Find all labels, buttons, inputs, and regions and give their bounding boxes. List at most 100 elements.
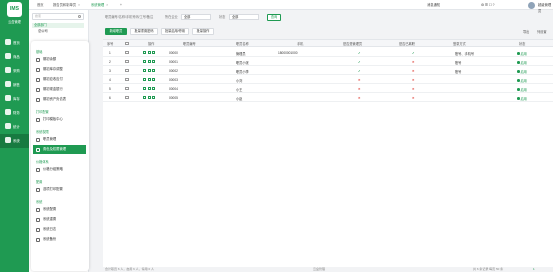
menu-item[interactable]: 职员管理 — [33, 135, 86, 144]
keyword-filter[interactable]: 职员编号/名称/手机号码/工号/备注 — [105, 14, 153, 20]
nav-item-sales[interactable]: 销售 — [0, 78, 29, 92]
status-select[interactable]: 全部 — [229, 14, 259, 20]
table-row[interactable]: 5 00004 小王 ✕ ✕ 启用 — [103, 84, 553, 93]
item-icon — [36, 67, 40, 72]
menu-item[interactable]: 期初应收应付 — [33, 75, 86, 84]
nav-item-finance[interactable]: 财务 — [0, 106, 29, 120]
nav-item-stats[interactable]: 统计 — [0, 120, 29, 134]
menu-item[interactable]: 价格分组策略 — [33, 165, 86, 174]
check-icon: ✓ — [358, 59, 361, 64]
row-actions[interactable] — [143, 95, 157, 100]
company-select[interactable]: 全部 — [181, 14, 211, 20]
cross-icon: ✕ — [412, 59, 415, 64]
row-checkbox[interactable] — [125, 50, 129, 54]
delete-icon[interactable] — [152, 86, 155, 90]
table-row[interactable]: 3 00002 职员小李 ✓ ✕ 账号 启用 — [103, 66, 553, 75]
check-icon: ✓ — [358, 50, 361, 55]
table-row[interactable]: 6 00005 小赵 ✕ ✕ 启用 — [103, 93, 553, 102]
menu-item[interactable]: 系统重置 — [33, 215, 86, 224]
copy-icon[interactable] — [147, 95, 151, 99]
cross-icon: ✕ — [358, 95, 361, 100]
column-settings-link[interactable]: 列设置 — [537, 29, 547, 34]
row-checkbox[interactable] — [125, 95, 129, 99]
menu-item[interactable]: 系统配置 — [33, 205, 86, 214]
copy-icon[interactable] — [147, 68, 151, 72]
enable-disable-button[interactable]: 批量启用/停用 — [161, 28, 189, 35]
tree-node-hq[interactable]: 总公司 — [38, 29, 48, 34]
copy-icon[interactable] — [147, 86, 151, 90]
edit-icon[interactable] — [143, 86, 146, 90]
tab-reporters[interactable]: 报告员和制单员 × — [53, 2, 80, 9]
nav-item-goods[interactable]: 商品 — [0, 50, 29, 64]
copy-icon[interactable] — [147, 59, 151, 63]
system-icon — [5, 137, 11, 143]
batch-op-button[interactable]: 批量操作 — [192, 28, 214, 35]
tab-home[interactable]: 首页 — [37, 2, 44, 9]
stock-icon — [5, 95, 11, 101]
table-footer: 合计职员 6 人，启用 6 人，停用 0 人 云盒管理 共 6 条记录 每页 5… — [103, 267, 553, 272]
query-button[interactable]: 查询 — [267, 13, 281, 21]
edit-icon[interactable] — [143, 77, 146, 81]
goods-icon — [5, 53, 11, 59]
menu-item-active[interactable]: 角色及权限管理 — [33, 145, 86, 154]
summary-text: 合计职员 6 人，启用 6 人，停用 0 人 — [105, 267, 155, 271]
nav-item-home[interactable]: 首页 — [0, 36, 29, 50]
menu-item[interactable]: 系统备份 — [33, 235, 86, 244]
home-icon — [5, 39, 11, 45]
page-number[interactable]: 1 — [533, 267, 535, 271]
notice-link[interactable]: 消息通知 — [427, 2, 440, 8]
table-row[interactable]: 2 00001 职员小张 ✓ ✕ 账号 启用 — [103, 57, 553, 66]
nav-item-purchase[interactable]: 采购 — [0, 64, 29, 78]
staff-phone: 18000001000 — [278, 50, 298, 55]
row-actions[interactable] — [143, 68, 157, 73]
row-checkbox[interactable] — [125, 68, 129, 72]
tree-search-input[interactable]: 搜索 — [32, 13, 84, 20]
table-row[interactable]: 4 00003 小刘 ✕ ✕ 启用 — [103, 75, 553, 84]
menu-item[interactable]: 期初资产负债表 — [33, 95, 86, 104]
edit-icon[interactable] — [143, 68, 146, 72]
cross-icon: ✕ — [412, 77, 415, 82]
menu-item[interactable]: 系统日志 — [33, 225, 86, 234]
table-row[interactable]: 1 00000 管理员 18000001000 ✓ ✓ 账号、手机号 启用 — [103, 48, 553, 57]
reset-password-button[interactable]: 批量重置密码 — [130, 28, 158, 35]
row-checkbox[interactable] — [125, 59, 129, 63]
nav-item-stock[interactable]: 库存 — [0, 92, 29, 106]
login-method: 账号、手机号 — [455, 51, 475, 56]
row-actions[interactable] — [143, 59, 157, 64]
export-link[interactable]: 导出 — [523, 29, 529, 34]
nav-item-system[interactable]: 系统 — [0, 134, 29, 148]
edit-icon[interactable] — [143, 50, 146, 54]
menu-item[interactable]: 打印模板中心 — [33, 115, 86, 124]
delete-icon[interactable] — [152, 50, 155, 54]
close-icon[interactable]: × — [106, 3, 108, 7]
row-actions[interactable] — [143, 77, 157, 82]
menu-item[interactable]: 期初余额 — [33, 55, 86, 64]
add-tab-button[interactable]: + — [120, 2, 122, 9]
copy-icon[interactable] — [147, 77, 151, 81]
toolbar-icons[interactable]: ⚙ ☰ ☐ ? — [481, 2, 494, 8]
staff-code: 00005 — [169, 95, 178, 100]
row-checkbox[interactable] — [125, 77, 129, 81]
menu-item[interactable]: 期初库存调整 — [33, 65, 86, 74]
menu-item[interactable]: 选项打印配置 — [33, 185, 86, 194]
select-all-checkbox[interactable] — [125, 41, 129, 45]
close-icon[interactable]: × — [78, 3, 80, 7]
staff-name: 职员小张 — [236, 60, 249, 65]
menu-item[interactable]: 期初现金银行 — [33, 85, 86, 94]
delete-icon[interactable] — [152, 77, 155, 81]
copy-icon[interactable] — [147, 50, 151, 54]
row-actions[interactable] — [143, 50, 157, 55]
row-actions[interactable] — [143, 86, 157, 91]
delete-icon[interactable] — [152, 95, 155, 99]
login-method: 账号 — [455, 60, 462, 65]
row-checkbox[interactable] — [125, 86, 129, 90]
tab-system[interactable]: 系统管理 × — [91, 2, 108, 9]
delete-icon[interactable] — [152, 68, 155, 72]
delete-icon[interactable] — [152, 59, 155, 63]
edit-icon[interactable] — [143, 95, 146, 99]
search-icon[interactable] — [78, 15, 81, 18]
tree-node-all[interactable]: 全部部门 — [32, 23, 84, 28]
edit-icon[interactable] — [143, 59, 146, 63]
avatar[interactable] — [528, 1, 535, 9]
new-staff-button[interactable]: 新增职员 — [105, 28, 127, 35]
